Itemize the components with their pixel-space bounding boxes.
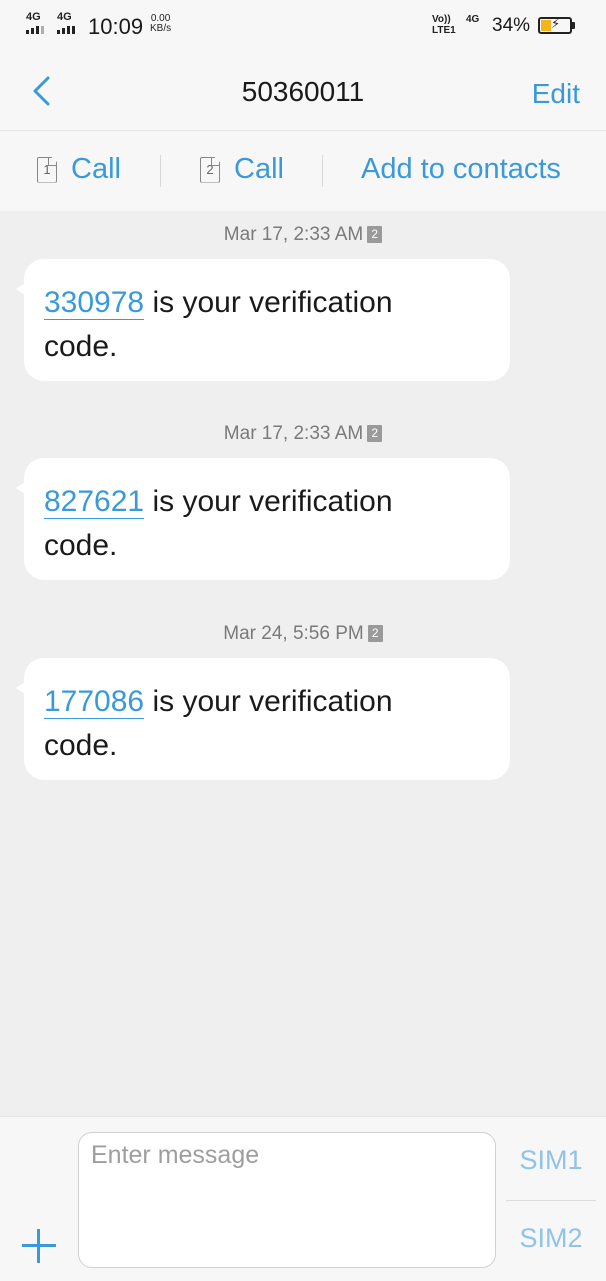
- page-title: 50360011: [241, 76, 365, 107]
- lte-label: LTE1: [432, 25, 456, 36]
- message-bubble[interactable]: 177086 is your verification code.: [16, 658, 510, 780]
- message-text: is your verification: [144, 485, 393, 518]
- message-text: is your verification: [144, 685, 393, 718]
- message-text: is your verification: [144, 286, 393, 319]
- add-to-contacts-label: Add to contacts: [361, 153, 561, 185]
- call-label: Call: [234, 153, 284, 185]
- divider: [160, 155, 161, 187]
- volte-indicator: Vo)) LTE1: [432, 14, 456, 36]
- header: 50360011 Edit: [0, 56, 606, 130]
- message-bubble[interactable]: 827621 is your verification code.: [16, 458, 510, 580]
- network-indicator-1: 4G: [26, 12, 44, 34]
- battery-fill: [541, 20, 552, 31]
- battery-percent: 34%: [492, 15, 531, 36]
- signal-icon: [26, 26, 44, 34]
- message-input[interactable]: [78, 1132, 496, 1268]
- verification-code-link[interactable]: 330978: [44, 286, 145, 320]
- sim-number: 2: [206, 161, 214, 177]
- message-bubble[interactable]: 330978 is your verification code.: [16, 259, 510, 381]
- timestamp-text: Mar 17, 2:33 AM: [223, 423, 364, 444]
- divider: [322, 155, 323, 187]
- network-indicator-2: 4G: [57, 12, 75, 34]
- message-text: code.: [44, 330, 118, 363]
- edit-button[interactable]: Edit: [532, 78, 580, 110]
- speed-unit: KB/s: [150, 23, 172, 34]
- action-bar: 1 Call 2 Call Add to contacts: [0, 130, 606, 211]
- call-sim2-button[interactable]: 2 Call: [200, 153, 284, 186]
- sim-card-icon: 2: [200, 156, 220, 183]
- verification-code-link[interactable]: 177086: [44, 685, 145, 719]
- message-timestamp: Mar 17, 2:33 AM 2: [0, 224, 606, 246]
- sim-badge-icon: 2: [367, 425, 383, 442]
- timestamp-text: Mar 17, 2:33 AM: [223, 224, 364, 245]
- volte-label: Vo)): [432, 14, 451, 25]
- message-text: code.: [44, 529, 118, 562]
- clock: 10:09: [88, 14, 144, 39]
- add-to-contacts-button[interactable]: Add to contacts: [361, 153, 561, 186]
- message-timestamp: Mar 17, 2:33 AM 2: [0, 423, 606, 445]
- status-bar: 4G 4G 10:09 0.00 KB/s Vo)) LTE1 4G 34% ⚡: [0, 0, 606, 56]
- send-sim2-button[interactable]: SIM2: [506, 1223, 596, 1254]
- call-label: Call: [71, 153, 121, 185]
- sim-number: 1: [43, 161, 51, 177]
- network-speed: 0.00 KB/s: [150, 14, 171, 34]
- signal-icon: [57, 26, 75, 34]
- message-timestamp: Mar 24, 5:56 PM 2: [0, 623, 606, 645]
- network-indicator-3: 4G: [466, 14, 480, 25]
- add-attachment-plus-icon[interactable]: [22, 1229, 56, 1263]
- divider: [506, 1200, 596, 1201]
- network-type-label: 4G: [26, 11, 41, 23]
- composer: SIM1 SIM2: [0, 1116, 606, 1281]
- network-type-label: 4G: [57, 11, 72, 23]
- message-text: code.: [44, 729, 118, 762]
- sim-badge-icon: 2: [367, 625, 383, 642]
- sim-card-icon: 1: [37, 156, 57, 183]
- call-sim1-button[interactable]: 1 Call: [37, 153, 121, 186]
- send-sim1-button[interactable]: SIM1: [506, 1145, 596, 1176]
- battery-tip: [572, 22, 575, 29]
- verification-code-link[interactable]: 827621: [44, 485, 145, 519]
- battery-icon: ⚡: [538, 16, 572, 34]
- sim-badge-icon: 2: [367, 226, 383, 243]
- timestamp-text: Mar 24, 5:56 PM: [223, 623, 364, 644]
- charging-bolt-icon: ⚡: [551, 16, 561, 31]
